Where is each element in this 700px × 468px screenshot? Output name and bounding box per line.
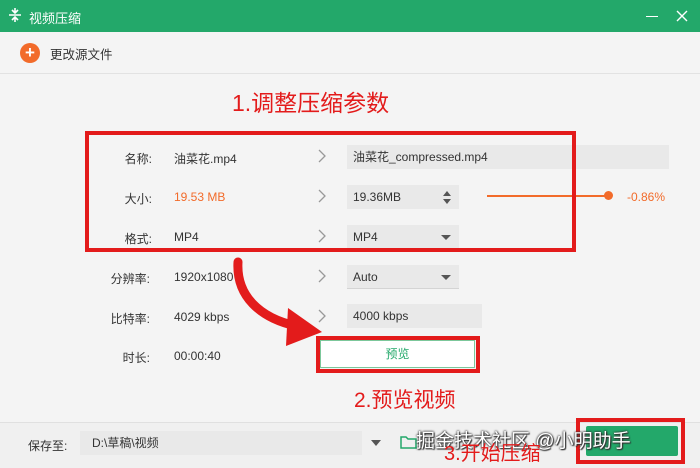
duration-value: 00:00:40 — [174, 349, 221, 363]
annotation-step2: 2.预览视频 — [354, 389, 456, 412]
size-slider-handle[interactable] — [604, 191, 613, 200]
size-change-percent: -0.86% — [627, 190, 666, 204]
title-bar: 视频压缩 — [0, 0, 700, 32]
output-path-field[interactable]: D:\草稿\视频 — [80, 431, 362, 455]
close-icon[interactable] — [672, 6, 692, 26]
annotation-step1: 1.调整压缩参数 — [232, 90, 390, 116]
bitrate-field[interactable]: 4000 kbps — [347, 304, 482, 328]
annotation-arrow — [233, 257, 322, 346]
bitrate-label: 比特率: — [110, 312, 150, 326]
source-resolution-value: 1920x1080 — [174, 270, 234, 284]
minimize-icon[interactable] — [642, 6, 662, 26]
path-dropdown-button[interactable] — [367, 434, 385, 452]
source-bitrate-value: 4029 kbps — [174, 310, 230, 324]
duration-label: 时长: — [122, 351, 150, 365]
resolution-select-value: Auto — [353, 270, 378, 284]
resolution-label: 分辨率: — [110, 272, 150, 286]
toolbar: + 更改源文件 — [0, 32, 700, 74]
change-source-button[interactable]: + 更改源文件 — [20, 42, 113, 64]
annotation-step3: 3.开始压缩 — [444, 443, 541, 465]
change-source-label: 更改源文件 — [50, 47, 113, 62]
window-title: 视频压缩 — [29, 11, 82, 26]
compress-icon — [9, 8, 21, 22]
plus-circle-icon: + — [20, 43, 40, 63]
save-to-label: 保存至: — [28, 439, 68, 453]
chevron-down-icon — [441, 275, 451, 280]
annotation-box-parameters — [85, 131, 576, 252]
resolution-select[interactable]: Auto — [347, 265, 459, 289]
annotation-box-preview — [316, 336, 480, 373]
